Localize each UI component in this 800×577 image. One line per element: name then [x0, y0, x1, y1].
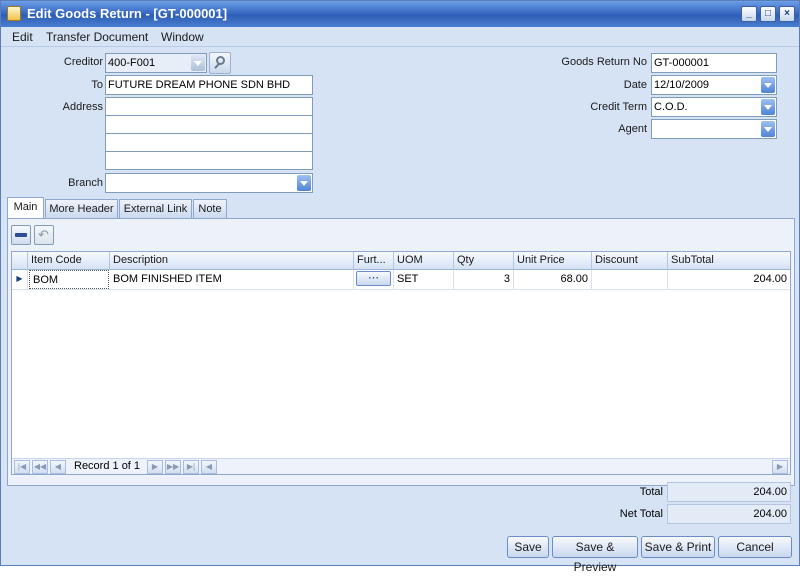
tab-more-header[interactable]: More Header: [45, 199, 118, 219]
next-page-button[interactable]: ▶▶: [165, 460, 181, 474]
first-record-button[interactable]: |◀: [14, 460, 30, 474]
further-description-button[interactable]: ⋯: [356, 271, 391, 286]
goods-return-no-field[interactable]: GT-000001: [651, 53, 777, 73]
tab-main[interactable]: Main: [7, 197, 44, 220]
record-status: Record 1 of 1: [74, 460, 141, 472]
creditor-field[interactable]: 400-F001: [105, 53, 207, 73]
cell-qty[interactable]: 3: [454, 270, 514, 289]
edit-goods-return-window: Edit Goods Return - [GT-000001] _ □ × Ed…: [0, 0, 800, 574]
date-label: Date: [623, 79, 647, 91]
main-tab-panel: ↶ Item Code Description Furt... UOM Qty …: [7, 218, 795, 486]
credit-term-label: Credit Term: [590, 101, 647, 113]
menu-transfer-document[interactable]: Transfer Document: [46, 30, 148, 44]
window-title: Edit Goods Return - [GT-000001]: [27, 6, 228, 21]
row-indicator-icon: ▶: [12, 270, 28, 289]
save-print-button[interactable]: Save & Print: [641, 536, 715, 558]
grid-header: Item Code Description Furt... UOM Qty Un…: [12, 252, 790, 270]
creditor-label: Creditor: [63, 56, 103, 68]
chevron-down-icon[interactable]: [761, 77, 775, 93]
tab-note[interactable]: Note: [193, 199, 227, 219]
branch-label: Branch: [68, 177, 103, 189]
save-button[interactable]: Save: [507, 536, 549, 558]
cell-item-code[interactable]: BOM: [29, 270, 109, 289]
title-bar: Edit Goods Return - [GT-000001] _ □ ×: [1, 1, 799, 27]
branch-field[interactable]: [105, 173, 313, 193]
cell-unit-price[interactable]: 68.00: [514, 270, 592, 289]
column-description[interactable]: Description: [110, 252, 354, 270]
record-navigator: |◀ ◀◀ ◀ Record 1 of 1 ▶ ▶▶ ▶| ◀ ▶: [12, 458, 790, 474]
maximize-button[interactable]: □: [760, 6, 776, 22]
goods-return-no-label: Goods Return No: [561, 56, 647, 68]
total-label: Total: [639, 486, 663, 498]
column-uom[interactable]: UOM: [394, 252, 454, 270]
chevron-down-icon[interactable]: [761, 121, 775, 137]
remove-row-button[interactable]: [11, 225, 31, 245]
table-row[interactable]: ▶ BOM BOM FINISHED ITEM ⋯ SET 3 68.00 20…: [12, 270, 790, 290]
next-record-button[interactable]: ▶: [147, 460, 163, 474]
chevron-down-icon[interactable]: [191, 55, 205, 71]
tab-external-link[interactable]: External Link: [119, 199, 192, 219]
menu-window[interactable]: Window: [161, 30, 204, 44]
net-total-label: Net Total: [619, 508, 663, 520]
minimize-button[interactable]: _: [741, 6, 757, 22]
chevron-down-icon[interactable]: [297, 175, 311, 191]
credit-term-field[interactable]: C.O.D.: [651, 97, 777, 117]
items-grid: Item Code Description Furt... UOM Qty Un…: [11, 251, 791, 475]
column-discount[interactable]: Discount: [592, 252, 668, 270]
undo-icon: ↶: [38, 227, 49, 242]
to-label: To: [91, 79, 103, 91]
previous-page-button[interactable]: ◀◀: [32, 460, 48, 474]
menu-edit[interactable]: Edit: [12, 30, 33, 44]
save-preview-button[interactable]: Save & Preview: [552, 536, 638, 574]
address-line-2[interactable]: [105, 115, 313, 134]
date-value: 12/10/2009: [654, 79, 710, 91]
cell-further-description[interactable]: ⋯: [354, 270, 394, 289]
row-indicator-header: [12, 252, 28, 270]
cell-uom[interactable]: SET: [394, 270, 454, 289]
scroll-right-button[interactable]: ▶: [772, 460, 788, 474]
cell-subtotal[interactable]: 204.00: [668, 270, 790, 289]
agent-label: Agent: [618, 123, 647, 135]
agent-field[interactable]: [651, 119, 777, 139]
credit-term-value: C.O.D.: [654, 101, 688, 113]
last-record-button[interactable]: ▶|: [183, 460, 199, 474]
document-icon: [7, 6, 21, 21]
remove-row-icon: [15, 233, 27, 237]
cell-description[interactable]: BOM FINISHED ITEM: [110, 270, 354, 289]
total-value: 204.00: [667, 482, 791, 502]
net-total-value: 204.00: [667, 504, 791, 524]
column-further-description[interactable]: Furt...: [354, 252, 394, 270]
chevron-down-icon[interactable]: [761, 99, 775, 115]
column-qty[interactable]: Qty: [454, 252, 514, 270]
creditor-value: 400-F001: [108, 57, 156, 69]
close-button[interactable]: ×: [779, 6, 795, 22]
address-line-4[interactable]: [105, 151, 313, 170]
scroll-left-button[interactable]: ◀: [201, 460, 217, 474]
address-line-3[interactable]: [105, 133, 313, 152]
date-field[interactable]: 12/10/2009: [651, 75, 777, 95]
column-unit-price[interactable]: Unit Price: [514, 252, 592, 270]
column-item-code[interactable]: Item Code: [28, 252, 110, 270]
previous-record-button[interactable]: ◀: [50, 460, 66, 474]
undo-button[interactable]: ↶: [34, 225, 54, 245]
creditor-search-button[interactable]: [209, 52, 231, 74]
cancel-button[interactable]: Cancel: [718, 536, 792, 558]
cell-discount[interactable]: [592, 270, 668, 289]
menu-bar: Edit Transfer Document Window: [1, 27, 799, 47]
column-subtotal[interactable]: SubTotal: [668, 252, 790, 270]
address-line-1[interactable]: [105, 97, 313, 116]
address-label: Address: [62, 101, 103, 113]
to-field[interactable]: FUTURE DREAM PHONE SDN BHD: [105, 75, 313, 95]
